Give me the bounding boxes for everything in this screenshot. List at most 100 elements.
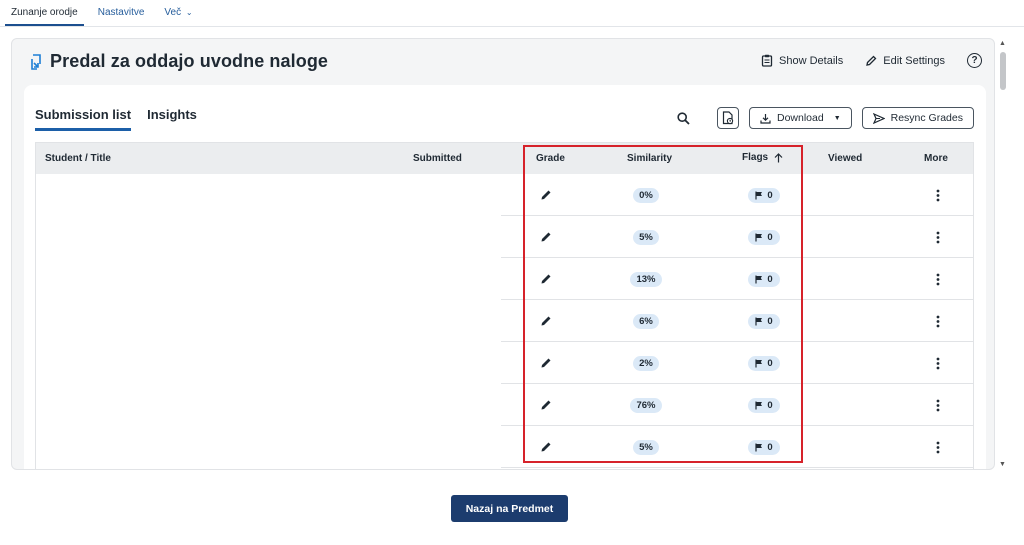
more-cell: [930, 384, 946, 426]
scrollbar-thumb[interactable]: [1000, 52, 1006, 90]
page-scrollbar[interactable]: ▲ ▼: [997, 38, 1009, 470]
edit-grade-button[interactable]: [536, 269, 556, 289]
more-cell: [930, 342, 946, 384]
pencil-icon: [541, 442, 551, 452]
column-header-similarity[interactable]: Similarity: [627, 153, 672, 164]
document-history-button[interactable]: [716, 107, 739, 129]
more-options-button[interactable]: [930, 185, 946, 205]
table-row: 76% 0: [36, 384, 973, 426]
grade-cell: [536, 426, 556, 468]
edit-grade-button[interactable]: [536, 185, 556, 205]
flags-count: 0: [767, 189, 773, 201]
more-options-button[interactable]: [930, 395, 946, 415]
more-cell: [930, 174, 946, 216]
resync-grades-label: Resync Grades: [890, 112, 963, 124]
search-icon: [677, 111, 691, 125]
search-button[interactable]: [673, 107, 695, 129]
more-vertical-icon: [936, 231, 940, 243]
view-tabs: Submission list Insights: [35, 107, 197, 131]
flag-icon: [755, 233, 763, 241]
flags-badge[interactable]: 0: [748, 439, 780, 455]
similarity-cell: 5%: [621, 426, 671, 468]
grade-cell: [536, 174, 556, 216]
submissions-table: Student / Title Submitted Grade Similari…: [35, 142, 974, 469]
table-toolbar: Download ▼ Resync Grades: [673, 107, 974, 129]
similarity-badge[interactable]: 5%: [633, 439, 659, 455]
more-options-button[interactable]: [930, 353, 946, 373]
similarity-badge[interactable]: 0%: [633, 187, 659, 203]
scroll-down-icon[interactable]: ▼: [999, 461, 1006, 468]
edit-grade-button[interactable]: [536, 353, 556, 373]
table-row: 13% 0: [36, 258, 973, 300]
flags-cell: 0: [744, 216, 784, 258]
flag-icon: [755, 401, 763, 409]
assignment-panel: Predal za oddajo uvodne naloge Show Deta…: [11, 38, 995, 470]
flags-badge[interactable]: 0: [748, 313, 780, 329]
column-header-submitted[interactable]: Submitted: [413, 153, 462, 164]
more-options-button[interactable]: [930, 311, 946, 331]
column-header-flags[interactable]: Flags: [742, 152, 783, 163]
column-header-student[interactable]: Student / Title: [45, 153, 111, 164]
more-options-button[interactable]: [930, 227, 946, 247]
document-clock-icon: [722, 111, 734, 125]
similarity-badge[interactable]: 6%: [633, 313, 659, 329]
clipboard-icon: [761, 54, 773, 67]
flags-badge[interactable]: 0: [748, 397, 780, 413]
nav-tab-vec[interactable]: Več ⌄: [158, 7, 198, 26]
flags-badge[interactable]: 0: [748, 187, 780, 203]
similarity-cell: 0%: [621, 174, 671, 216]
edit-grade-button[interactable]: [536, 395, 556, 415]
more-options-button[interactable]: [930, 437, 946, 457]
help-button[interactable]: ?: [967, 53, 982, 68]
submission-card: Submission list Insights Download ▼ Resy…: [24, 85, 986, 469]
sort-ascending-icon: [774, 152, 783, 162]
similarity-cell: 6%: [621, 300, 671, 342]
chevron-down-icon: ⌄: [185, 8, 193, 17]
nav-tab-zunanje-orodje[interactable]: Zunanje orodje: [5, 7, 84, 26]
show-details-button[interactable]: Show Details: [761, 54, 843, 67]
back-to-course-label: Nazaj na Predmet: [465, 502, 554, 515]
pencil-icon: [541, 232, 551, 242]
tab-submission-list[interactable]: Submission list: [35, 107, 132, 131]
flags-cell: 0: [744, 174, 784, 216]
grade-cell: [536, 258, 556, 300]
more-vertical-icon: [936, 357, 940, 369]
back-to-course-button[interactable]: Nazaj na Predmet: [451, 495, 568, 522]
more-cell: [930, 258, 946, 300]
download-icon: [760, 113, 771, 124]
edit-settings-button[interactable]: Edit Settings: [865, 55, 945, 67]
table-row: 0% 0: [36, 174, 973, 216]
flags-badge[interactable]: 0: [748, 355, 780, 371]
flags-badge[interactable]: 0: [748, 229, 780, 245]
scroll-up-icon[interactable]: ▲: [999, 40, 1006, 47]
similarity-badge[interactable]: 5%: [633, 229, 659, 245]
similarity-cell: 2%: [621, 342, 671, 384]
resync-grades-button[interactable]: Resync Grades: [861, 107, 974, 129]
table-row: 5% 0: [36, 216, 973, 258]
tab-insights[interactable]: Insights: [147, 107, 197, 131]
column-header-viewed[interactable]: Viewed: [828, 153, 862, 164]
flags-cell: 0: [744, 258, 784, 300]
flags-badge[interactable]: 0: [748, 271, 780, 287]
flags-count: 0: [767, 273, 773, 285]
more-options-button[interactable]: [930, 269, 946, 289]
pencil-icon: [541, 274, 551, 284]
table-row: 5% 0: [36, 426, 973, 468]
flags-header-label: Flags: [742, 152, 769, 163]
similarity-badge[interactable]: 2%: [633, 355, 659, 371]
row-divider: [501, 467, 973, 468]
flag-icon: [755, 275, 763, 283]
more-vertical-icon: [936, 399, 940, 411]
column-header-grade[interactable]: Grade: [536, 153, 565, 164]
edit-settings-label: Edit Settings: [883, 54, 945, 67]
grade-cell: [536, 216, 556, 258]
edit-grade-button[interactable]: [536, 437, 556, 457]
edit-grade-button[interactable]: [536, 311, 556, 331]
similarity-badge[interactable]: 76%: [630, 397, 662, 413]
similarity-badge[interactable]: 13%: [630, 271, 662, 287]
more-cell: [930, 216, 946, 258]
edit-grade-button[interactable]: [536, 227, 556, 247]
download-button[interactable]: Download ▼: [748, 107, 852, 129]
flags-cell: 0: [744, 426, 784, 468]
nav-tab-nastavitve[interactable]: Nastavitve: [92, 7, 151, 26]
